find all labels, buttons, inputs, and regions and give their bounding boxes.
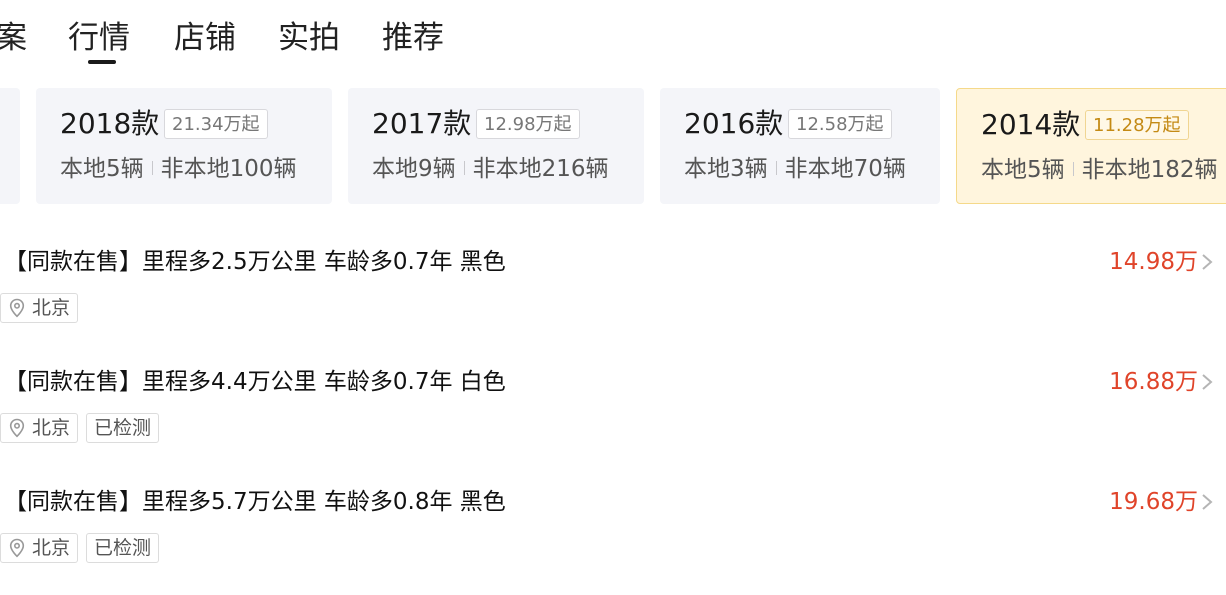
remote-count: 非本地182辆 [1081,157,1218,183]
year-label: 2014款 [981,108,1081,141]
divider [151,160,153,175]
location-label: 北京 [32,297,71,319]
map-pin-icon [9,298,25,317]
listing-price: 14.98万 [1109,249,1198,275]
tab-dianpu[interactable]: 店铺 [174,16,236,60]
inventory-count: 本地9辆 非本地216辆 [372,154,609,184]
local-count: 本地9辆 [372,156,456,182]
location-tag: 北京 [0,533,79,563]
tab-tuijian[interactable]: 推荐 [382,16,444,60]
map-pin-icon [9,418,25,437]
map-pin-icon [9,538,25,557]
tab-dangan[interactable]: 案 [0,16,27,60]
listing-title: 【同款在售】里程多4.4万公里 车龄多0.7年 白色 [4,369,506,395]
inventory-count: 本地5辆 非本地100辆 [60,154,297,184]
listing-tags: 北京 已检测 [0,533,167,565]
tab-label: 行情 [68,20,130,56]
year-card[interactable]: 2016款 12.58万起 本地3辆 非本地70辆 [660,88,940,204]
chevron-right-icon [1202,254,1213,270]
year-card[interactable]: 2017款 12.98万起 本地9辆 非本地216辆 [348,88,644,204]
remote-count: 非本地70辆 [784,156,906,182]
inventory-count: 本地5辆 非本地182辆 [981,155,1218,185]
location-label: 北京 [32,417,71,439]
inspected-tag: 已检测 [86,533,160,563]
year-label: 2017款 [372,107,472,140]
year-label: 2018款 [60,107,160,140]
divider [463,160,465,175]
local-count: 本地5辆 [60,156,144,182]
listing-row[interactable]: 【同款在售】里程多2.5万公里 车龄多0.7年 黑色 14.98万 北京 [0,245,1226,355]
listing-row[interactable]: 【同款在售】里程多4.4万公里 车龄多0.7年 白色 16.88万 北京 已检测 [0,365,1226,475]
listing-title: 【同款在售】里程多2.5万公里 车龄多0.7年 黑色 [4,249,506,275]
inventory-count: 本地3辆 非本地70辆 [684,154,906,184]
year-card[interactable]: 2018款 21.34万起 本地5辆 非本地100辆 [36,88,332,204]
location-label: 北京 [32,537,71,559]
chevron-right-icon [1202,374,1213,390]
listing-title: 【同款在售】里程多5.7万公里 车龄多0.8年 黑色 [4,489,506,515]
listing-tags: 北京 已检测 [0,413,167,445]
start-price-badge: 11.28万起 [1085,110,1189,140]
remote-count: 非本地100辆 [160,156,297,182]
active-tab-indicator [88,60,116,64]
listing-row[interactable]: 【同款在售】里程多5.7万公里 车龄多0.8年 黑色 19.68万 北京 已检测 [0,485,1226,595]
tab-shipai[interactable]: 实拍 [278,16,340,60]
listing-price: 16.88万 [1109,369,1198,395]
listing-price: 19.68万 [1109,489,1198,515]
year-card-partial[interactable] [0,88,20,204]
inspected-tag: 已检测 [86,413,160,443]
location-tag: 北京 [0,413,79,443]
local-count: 本地5辆 [981,157,1065,183]
year-card-strip: 2018款 21.34万起 本地5辆 非本地100辆 2017款 12.98万起 … [0,88,1226,204]
year-card-selected[interactable]: 2014款 11.28万起 本地5辆 非本地182辆 [956,88,1226,204]
divider [775,160,777,175]
tab-bar: 案 行情 店铺 实拍 推荐 [0,0,1226,76]
listing-tags: 北京 [0,293,86,325]
local-count: 本地3辆 [684,156,768,182]
tab-hangqing[interactable]: 行情 [68,16,130,64]
remote-count: 非本地216辆 [472,156,609,182]
year-label: 2016款 [684,107,784,140]
start-price-badge: 21.34万起 [164,109,268,139]
location-tag: 北京 [0,293,79,323]
chevron-right-icon [1202,494,1213,510]
divider [1072,161,1074,176]
start-price-badge: 12.98万起 [476,109,580,139]
start-price-badge: 12.58万起 [788,109,892,139]
